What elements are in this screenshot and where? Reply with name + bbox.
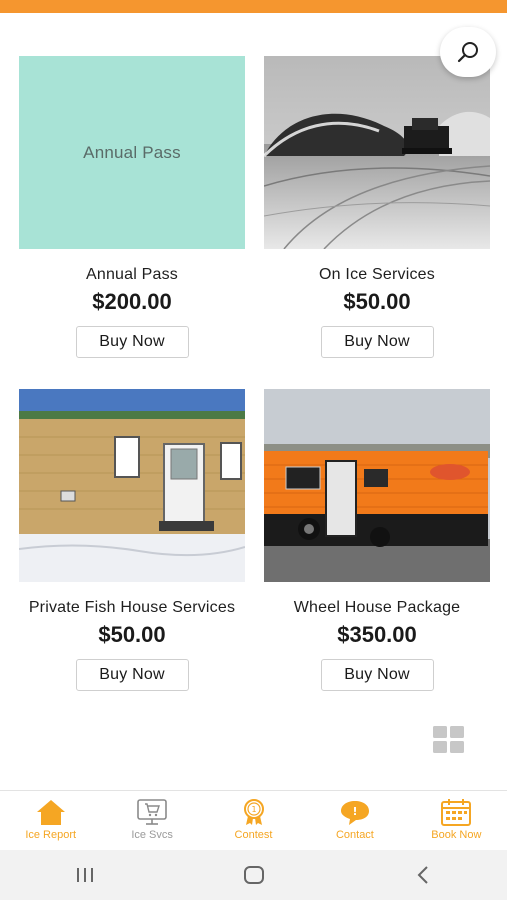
cart-monitor-icon (137, 799, 167, 825)
back-icon (417, 866, 428, 884)
home-button[interactable] (224, 855, 284, 895)
nav-item-book-now[interactable]: Book Now (406, 791, 507, 850)
buy-now-button[interactable]: Buy Now (320, 659, 434, 691)
buy-now-button[interactable]: Buy Now (75, 326, 189, 358)
product-name: Annual Pass (85, 266, 179, 283)
calendar-icon (441, 799, 472, 826)
product-image[interactable] (264, 389, 490, 582)
wheel-house-trailer-photo (264, 389, 490, 582)
nav-label: Contest (234, 829, 273, 841)
nav-label: Ice Svcs (131, 829, 173, 841)
product-name: Private Fish House Services (28, 599, 236, 616)
product-name: Wheel House Package (293, 599, 461, 616)
search-button[interactable] (440, 27, 496, 77)
product-card-private-fish-house: Private Fish House Services $50.00 Buy N… (19, 389, 245, 691)
home-circle-icon (243, 866, 264, 884)
system-nav-bar (0, 850, 507, 900)
recent-apps-icon (76, 868, 93, 882)
product-price: $50.00 (98, 622, 166, 647)
nav-label: Ice Report (25, 829, 77, 841)
product-price: $350.00 (337, 622, 417, 647)
bottom-nav: Ice Report Ice Svcs 1 Contest ! Contact (0, 790, 507, 850)
product-price: $50.00 (343, 289, 411, 314)
svg-text:1: 1 (251, 805, 256, 814)
product-image[interactable] (19, 389, 245, 582)
back-button[interactable] (393, 855, 453, 895)
nav-label: Book Now (431, 829, 482, 841)
product-image[interactable]: Annual Pass (19, 56, 245, 249)
nav-item-contact[interactable]: ! Contact (304, 791, 405, 850)
nav-label: Contact (335, 829, 374, 841)
plow-truck-photo (264, 56, 490, 249)
product-card-annual-pass: Annual Pass Annual Pass $200.00 Buy Now (19, 56, 245, 358)
chat-icon: ! (340, 801, 369, 825)
nav-item-contest[interactable]: 1 Contest (203, 791, 304, 850)
svg-text:!: ! (352, 805, 357, 818)
buy-now-button[interactable]: Buy Now (75, 659, 189, 691)
image-placeholder-text: Annual Pass (83, 142, 181, 162)
product-name: On Ice Services (319, 266, 435, 283)
search-icon (457, 42, 478, 63)
grid-view-icon[interactable] (433, 726, 464, 753)
product-image[interactable] (264, 56, 490, 249)
product-price: $200.00 (92, 289, 172, 314)
home-icon (36, 800, 65, 825)
nav-item-ice-svcs[interactable]: Ice Svcs (101, 791, 202, 850)
product-card-wheel-house-package: Wheel House Package $350.00 Buy Now (264, 389, 490, 691)
nav-item-ice-report[interactable]: Ice Report (0, 791, 101, 850)
fish-house-photo (19, 389, 245, 582)
top-accent-bar (0, 0, 507, 13)
product-card-on-ice-services: On Ice Services $50.00 Buy Now (264, 56, 490, 358)
award-icon: 1 (243, 799, 264, 825)
buy-now-button[interactable]: Buy Now (320, 326, 434, 358)
recent-apps-button[interactable] (55, 855, 115, 895)
